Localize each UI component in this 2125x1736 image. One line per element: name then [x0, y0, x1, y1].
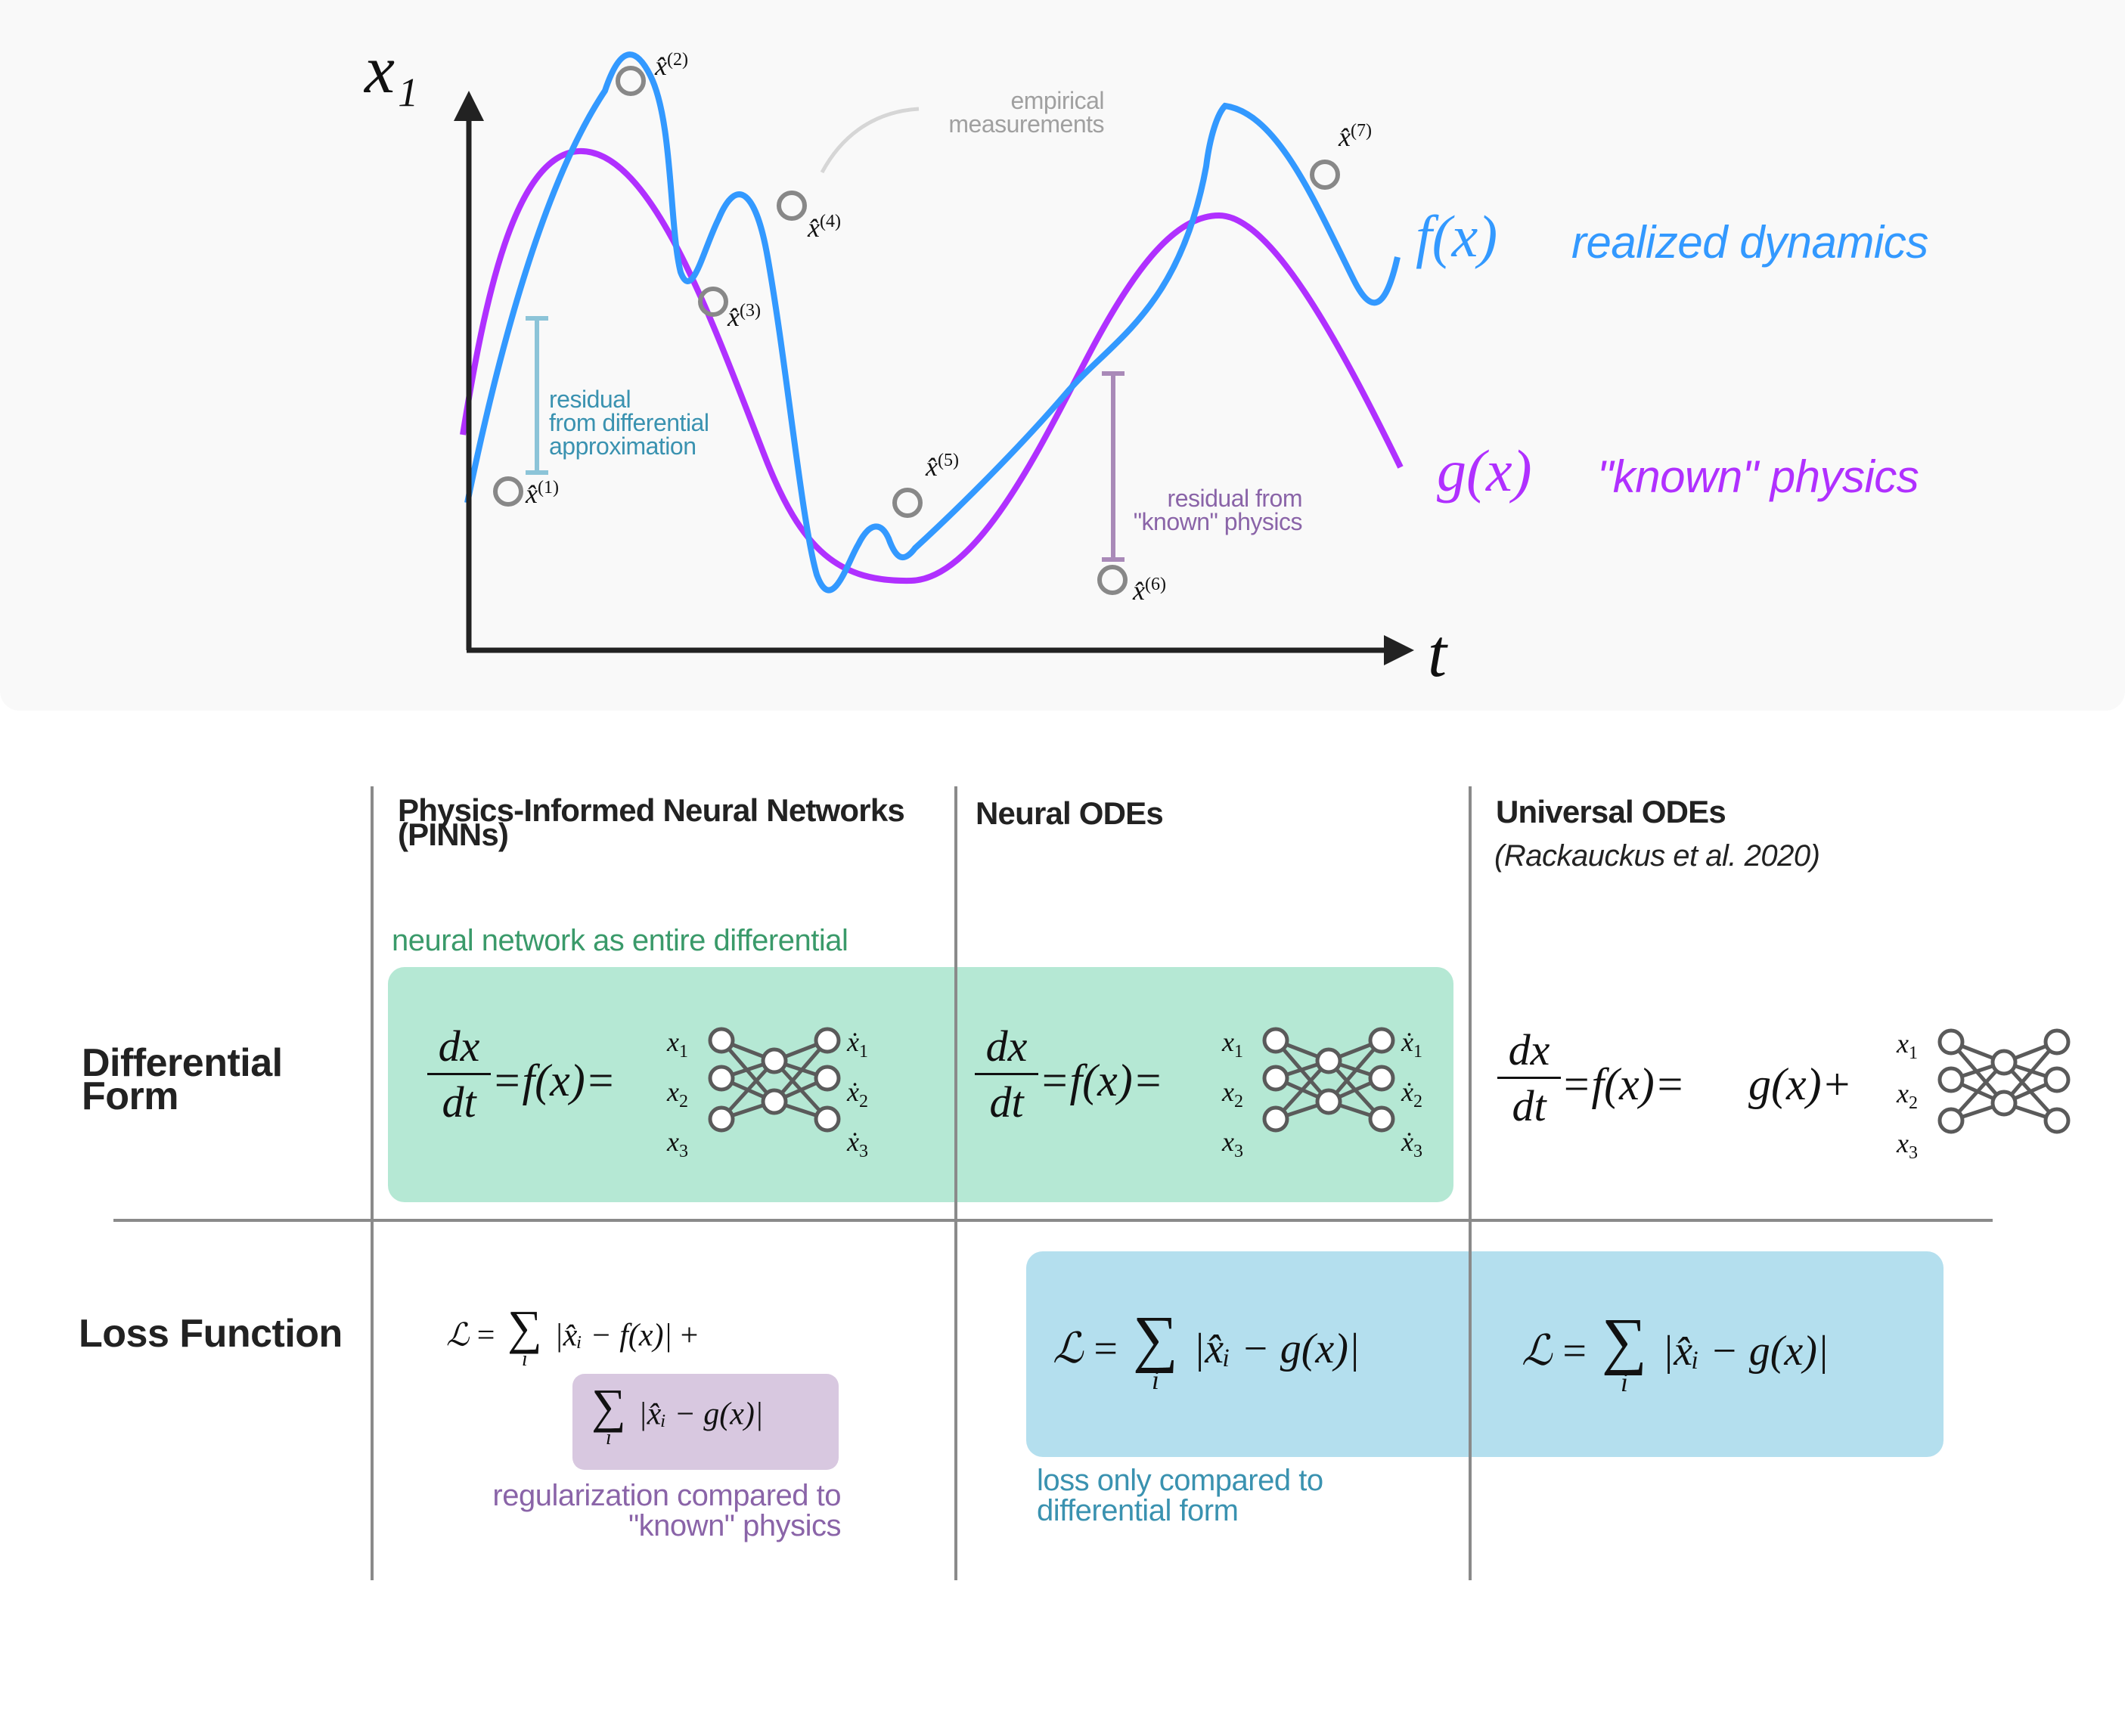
residual-diff-annotation: residual from differential approximation	[549, 386, 709, 460]
measurement-marker-1	[493, 476, 523, 507]
ude-neural-network-icon	[1940, 1031, 2068, 1132]
measurement-label-4: x̂(4)	[808, 212, 841, 243]
measurement-label-6: x̂(6)	[1133, 575, 1166, 606]
legend-g-text: "known" physics	[1597, 451, 1919, 502]
column-divider-3	[1469, 786, 1472, 1580]
node-dxdt-fraction: dx dt	[975, 1021, 1038, 1127]
pinn-nn-inputs: x1 x2 x3	[667, 1027, 688, 1162]
row-label-differential-form: Differential Form	[82, 1041, 283, 1118]
column-header-universal-odes: Universal ODEs	[1496, 794, 1726, 829]
measurement-label-2: x̂(2)	[655, 50, 688, 81]
ude-nn-inputs: x1 x2 x3	[1897, 1028, 1918, 1164]
node-nn-inputs: x1 x2 x3	[1222, 1027, 1243, 1162]
measurement-label-7: x̂(7)	[1339, 121, 1372, 152]
column-header-neural-odes: Neural ODEs	[976, 795, 1164, 831]
y-axis-label: x₁	[365, 33, 419, 107]
measurement-marker-5	[892, 488, 923, 518]
ude-loss-equation: ℒ = ∑ i |x̂ᵢ − g(x)|	[1522, 1306, 1829, 1397]
measurement-label-1: x̂(1)	[526, 478, 559, 509]
legend-g-symbol: g(x)	[1437, 438, 1532, 504]
pinn-nn-outputs: ẋ1 ẋ2 ẋ3	[847, 1027, 868, 1162]
neural-network-note: neural network as entire differential	[392, 924, 848, 957]
x-axis-label: t	[1428, 616, 1447, 691]
row-label-loss-function: Loss Function	[79, 1312, 343, 1356]
ude-f-equation: =f(x)=	[1561, 1059, 1686, 1109]
loss-only-note: loss only compared to differential form	[1037, 1464, 1323, 1527]
measurement-marker-7	[1310, 160, 1340, 190]
ude-dxdt-fraction: dx dt	[1497, 1025, 1561, 1131]
legend-f-text: realized dynamics	[1571, 217, 1928, 268]
row-divider	[113, 1219, 1993, 1222]
empirical-measurements-annotation: empirical measurements	[948, 87, 1104, 138]
pinn-loss-equation: ℒ = ∑ i |x̂ᵢ − f(x)| +	[446, 1300, 699, 1371]
measurement-marker-2	[616, 66, 646, 96]
regularization-note: regularization compared to "known" physic…	[492, 1479, 841, 1542]
node-f-equation: =f(x)=	[1039, 1056, 1164, 1105]
measurement-marker-4	[777, 191, 807, 221]
measurement-label-3: x̂(3)	[727, 301, 761, 332]
legend-f-symbol: f(x)	[1416, 203, 1498, 269]
pinn-regularization-term: ∑ i |x̂ᵢ − g(x)|	[591, 1379, 764, 1449]
pinn-dxdt-fraction: dx dt	[427, 1021, 491, 1127]
measurement-label-5: x̂(5)	[926, 451, 959, 482]
residual-diff-bracket	[526, 316, 548, 475]
column-divider-1	[371, 786, 374, 1580]
ude-g-plus: g(x)+	[1748, 1059, 1853, 1109]
measurement-marker-6	[1097, 565, 1128, 595]
node-nn-outputs: ẋ1 ẋ2 ẋ3	[1401, 1027, 1422, 1162]
node-loss-equation: ℒ = ∑ i |x̂ᵢ − g(x)|	[1053, 1304, 1360, 1395]
universal-odes-citation: (Rackauckus et al. 2020)	[1494, 839, 1820, 873]
column-divider-2	[954, 786, 957, 1580]
pinn-f-equation: =f(x)=	[492, 1056, 616, 1105]
x-axis-arrow-icon	[1384, 635, 1414, 665]
y-axis-arrow-icon	[454, 91, 484, 121]
column-header-pinns: Physics-Informed Neural Networks (PINNs)	[398, 792, 905, 852]
residual-known-annotation: residual from "known" physics	[1133, 485, 1303, 535]
